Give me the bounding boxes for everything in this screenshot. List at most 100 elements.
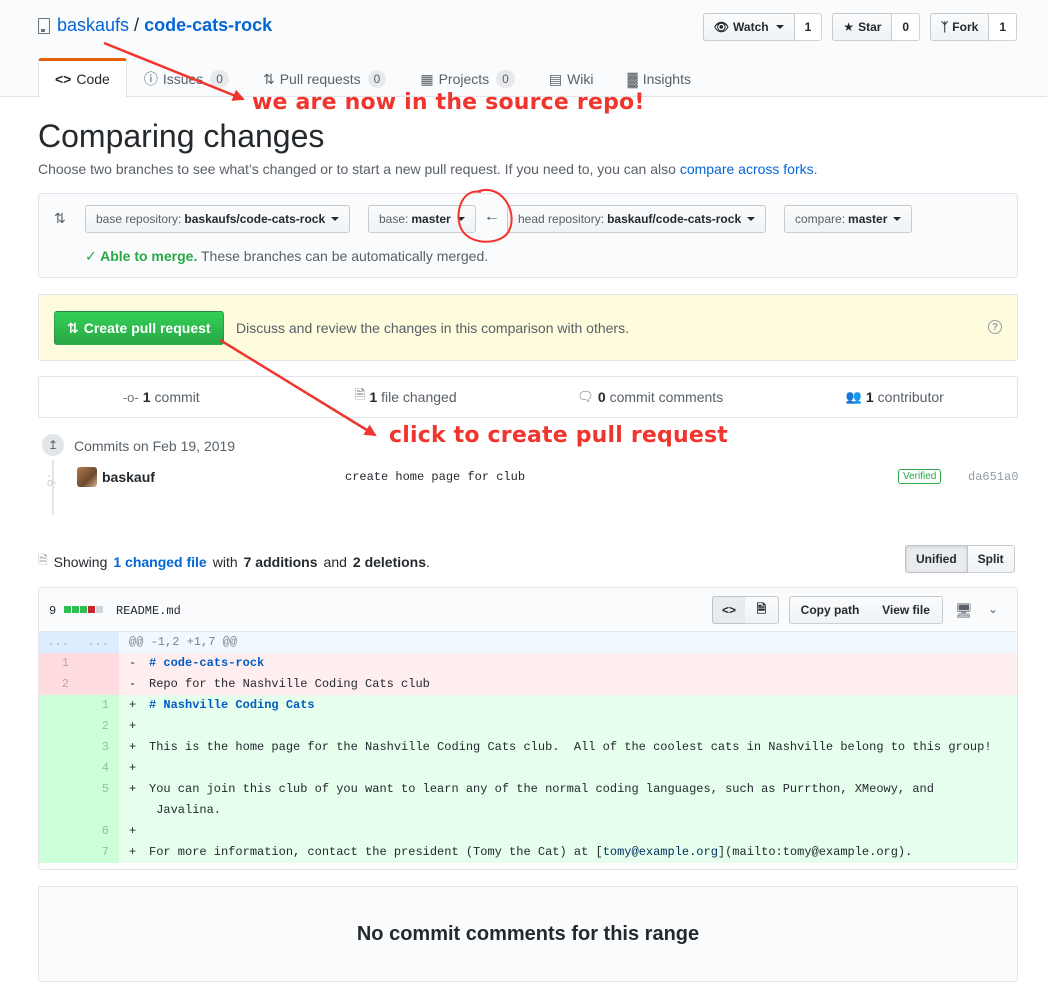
verified-badge[interactable]: Verified (898, 469, 942, 484)
repo-icon (38, 17, 50, 34)
repo-name-link[interactable]: code-cats-rock (144, 15, 272, 36)
merge-ok-label: ✓ Able to merge. (85, 248, 198, 264)
new-line-number[interactable]: 6 (79, 821, 119, 842)
old-line-number[interactable]: 1 (39, 653, 79, 674)
comments-summary[interactable]: 🗨 0 commit comments (528, 377, 773, 417)
old-line-number[interactable]: 2 (39, 674, 79, 695)
file-name[interactable]: README.md (116, 604, 181, 618)
diff-added-line: 4 + (39, 758, 1017, 779)
unified-button[interactable]: Unified (905, 545, 968, 573)
commit-message[interactable]: create home page for club (345, 470, 525, 484)
compare-forks-link[interactable]: compare across forks (680, 161, 814, 177)
tab-insights-label: Insights (642, 71, 691, 87)
tab-projects-label: Projects (438, 71, 490, 87)
old-line-number[interactable] (39, 842, 79, 863)
split-button[interactable]: Split (967, 545, 1015, 573)
diff-deleted-line: 2 - Repo for the Nashville Coding Cats clu… (39, 674, 1017, 695)
contributors-count: 1 (865, 389, 874, 405)
pull-request-icon: ⇅ (262, 70, 275, 87)
arrow-left-icon: 🠐 (486, 211, 498, 226)
commit-sha[interactable]: da651a0 (968, 470, 1018, 484)
new-line-number[interactable] (79, 800, 119, 821)
fork-count[interactable]: 1 (989, 13, 1017, 41)
source-diff-button[interactable]: <> (712, 596, 746, 624)
git-compare-icon: ⇅ (54, 210, 66, 226)
avatar[interactable] (77, 467, 97, 487)
new-line-number[interactable]: 3 (79, 737, 119, 758)
fork-icon: ᛉ (941, 20, 949, 34)
projects-counter: 0 (496, 70, 515, 88)
commits-date: Commits on Feb 19, 2019 (74, 438, 236, 454)
merge-note: These branches can be automatically merg… (200, 248, 489, 264)
additions-count: 7 additions (243, 553, 318, 570)
desktop-icon[interactable]: 🖥 (955, 602, 973, 619)
old-line-number[interactable] (39, 758, 79, 779)
chevron-down-icon[interactable]: ⌄ (988, 602, 998, 616)
copy-path-button[interactable]: Copy path (789, 596, 871, 624)
chevron-down-icon (893, 217, 902, 221)
diff-text: # code-cats-rock (149, 656, 265, 670)
rich-diff-button[interactable]: 🗎 (745, 596, 779, 624)
chevron-down-icon (747, 217, 756, 221)
create-pr-box: ⇅ Create pull request Discuss and review… (38, 294, 1018, 361)
diff-added-line: 5 + You can join this club of you want to … (39, 779, 1017, 800)
repo-title: baskaufs / code-cats-rock (38, 15, 272, 36)
diff-added-line: 7 + For more information, contact the pres… (39, 842, 1017, 863)
new-line-number[interactable]: 5 (79, 779, 119, 800)
tab-issues[interactable]: ⓘ Issues 0 (127, 58, 246, 98)
create-pr-label: Create pull request (83, 320, 211, 336)
new-line-number[interactable]: 1 (79, 695, 119, 716)
diff-added-line: 2 + (39, 716, 1017, 737)
comments-count: 0 (597, 389, 606, 405)
view-file-button[interactable]: View file (870, 596, 943, 624)
file-icon: 🗎 (38, 553, 48, 567)
diff-table: ... ... @@ -1,2 +1,7 @@ 1- # code-cats-ro… (39, 632, 1017, 863)
hunk-expand-left[interactable]: ... (39, 632, 79, 653)
diff-sign: + (129, 824, 137, 838)
star-button[interactable]: ★ Star (832, 13, 893, 41)
base-repository-select[interactable]: base repository: baskaufs/code-cats-rock (85, 205, 351, 233)
question-icon[interactable]: ? (988, 320, 1002, 334)
graph-icon: ▓ (627, 71, 638, 87)
changed-files-link[interactable]: 1 changed file (113, 554, 206, 570)
diff-added-line: 6 + (39, 821, 1017, 842)
diff-sign: + (129, 782, 137, 796)
commit-author[interactable]: baskauf (102, 469, 155, 485)
commits-summary[interactable]: -o- 1 commit (39, 377, 284, 417)
diffstat-block (80, 606, 87, 613)
new-line-number[interactable]: 4 (79, 758, 119, 779)
tab-code[interactable]: <> Code (38, 58, 127, 98)
old-line-number[interactable] (39, 779, 79, 800)
old-line-number[interactable] (39, 695, 79, 716)
repo-actions: 👁 Watch 1 ★ Star 0 ᛉ Fork 1 (702, 13, 1017, 41)
fork-button[interactable]: ᛉ Fork (930, 13, 990, 41)
diff-code: + You can join this club of you want to l… (119, 779, 1017, 800)
new-line-number[interactable]: 2 (79, 716, 119, 737)
compare-branch-select[interactable]: compare: master (784, 205, 913, 233)
head-repository-select[interactable]: head repository: baskauf/code-cats-rock (507, 205, 767, 233)
diff-sign: + (129, 740, 137, 754)
old-line-number[interactable] (39, 737, 79, 758)
contributors-label: contributor (877, 389, 944, 405)
diff-with: with (212, 553, 238, 570)
star-count[interactable]: 0 (892, 13, 921, 41)
watch-count[interactable]: 1 (794, 13, 823, 41)
base-branch-select[interactable]: base: master (368, 205, 476, 233)
diff-code: + (119, 716, 1017, 737)
new-line-number[interactable] (79, 674, 119, 695)
files-summary[interactable]: 🗎 1 file changed (284, 377, 529, 417)
diffstat-block (96, 606, 103, 613)
base-repo-prefix: base repository: (96, 212, 182, 226)
diff-text: For more information, contact the presid… (149, 845, 913, 859)
repo-owner-link[interactable]: baskaufs (57, 15, 129, 36)
new-line-number[interactable]: 7 (79, 842, 119, 863)
old-line-number[interactable] (39, 716, 79, 737)
contributors-summary[interactable]: 👥 1 contributor (773, 377, 1018, 417)
old-line-number[interactable] (39, 821, 79, 842)
annotation-source-repo: we are now in the source repo! (252, 90, 645, 115)
hunk-expand-right[interactable]: ... (79, 632, 119, 653)
old-line-number[interactable] (39, 800, 79, 821)
watch-button[interactable]: 👁 Watch (702, 13, 795, 41)
create-pull-request-button[interactable]: ⇅ Create pull request (54, 311, 224, 345)
new-line-number[interactable] (79, 653, 119, 674)
